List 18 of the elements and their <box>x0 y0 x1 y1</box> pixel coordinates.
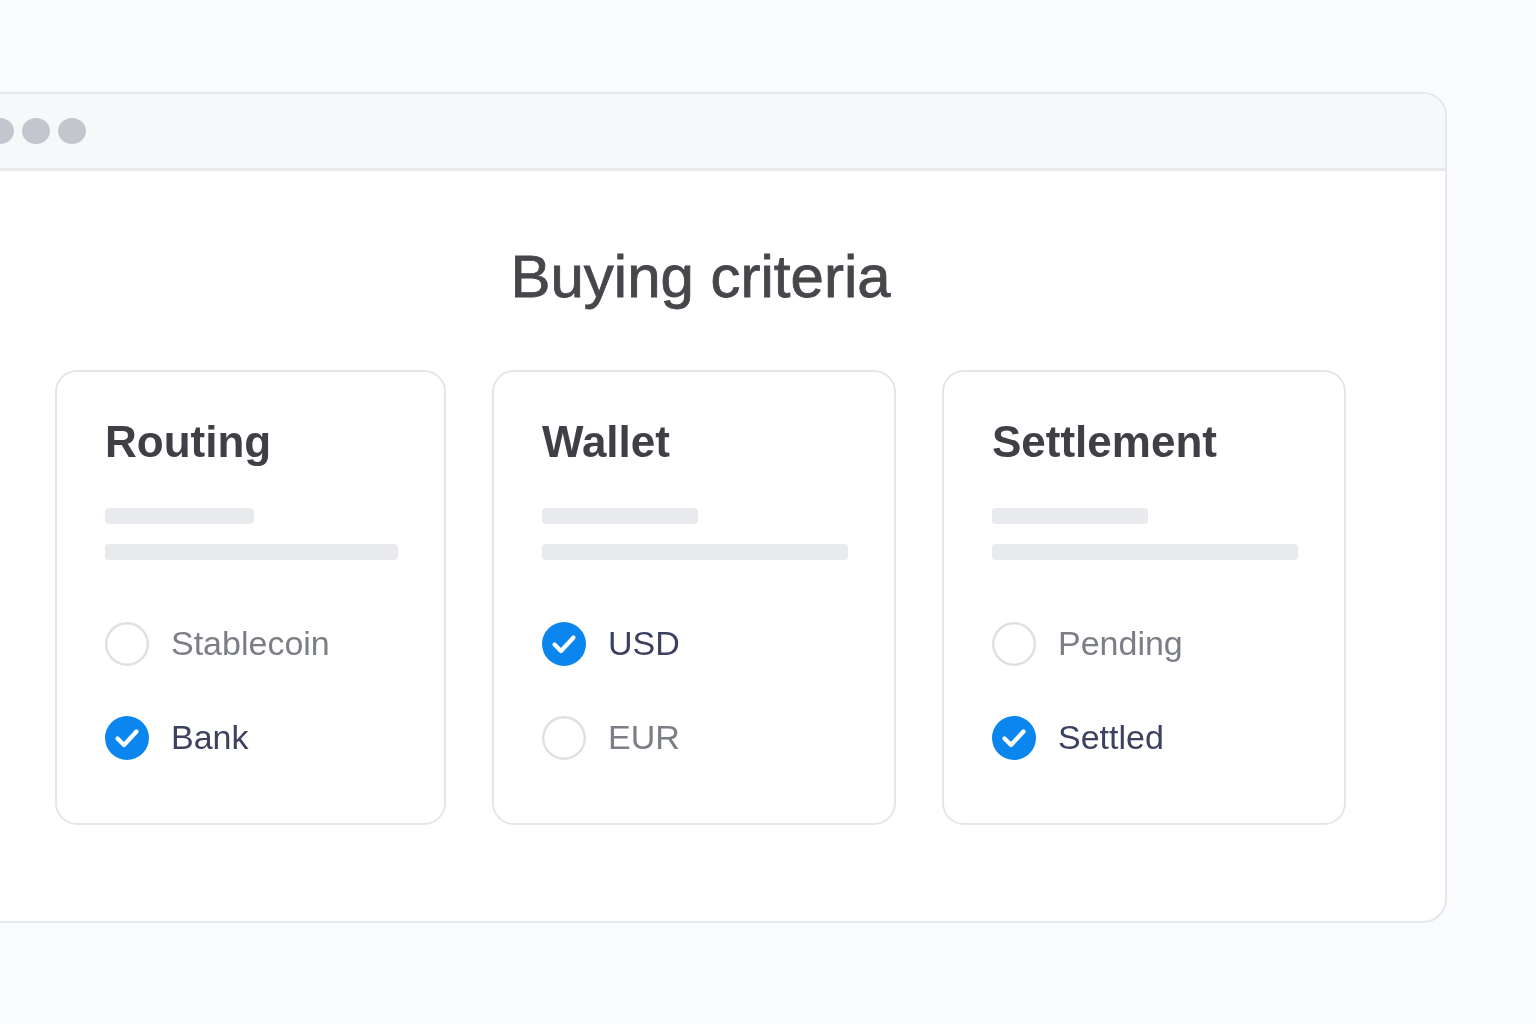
option-label: Stablecoin <box>171 623 330 665</box>
window-dot-icon[interactable] <box>22 118 50 144</box>
radio-button[interactable] <box>105 621 149 666</box>
option-label: Settled <box>1058 717 1164 759</box>
checked-radio-button[interactable] <box>992 715 1036 760</box>
radio-button[interactable] <box>992 621 1036 666</box>
card-title: Routing <box>105 416 273 468</box>
option-label: USD <box>608 623 680 665</box>
checked-radio-button[interactable] <box>542 621 586 666</box>
checked-radio-button[interactable] <box>105 715 149 760</box>
card-title: Settlement <box>992 416 1218 468</box>
option-label: EUR <box>608 717 680 759</box>
card-title: Wallet <box>542 416 671 468</box>
page-heading: Buying criteria <box>509 242 892 312</box>
window-dot-icon[interactable] <box>58 118 86 144</box>
radio-button[interactable] <box>542 715 586 760</box>
option-label: Pending <box>1058 623 1183 665</box>
option-label: Bank <box>171 717 249 759</box>
